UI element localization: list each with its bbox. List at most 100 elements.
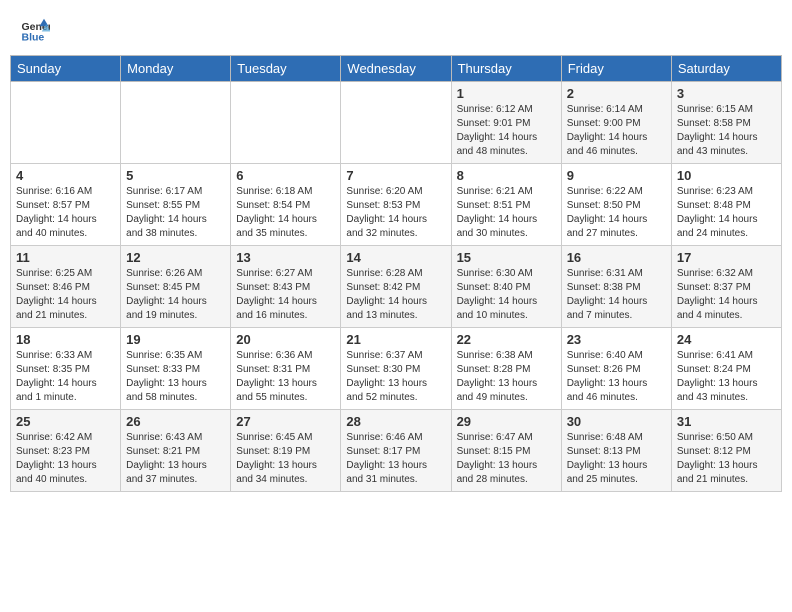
calendar-cell: 28Sunrise: 6:46 AM Sunset: 8:17 PM Dayli… <box>341 410 451 492</box>
weekday-header-wednesday: Wednesday <box>341 56 451 82</box>
date-number: 14 <box>346 250 445 265</box>
calendar-cell: 17Sunrise: 6:32 AM Sunset: 8:37 PM Dayli… <box>671 246 781 328</box>
calendar-cell: 27 Sunrise: 6:45 AM Sunset: 8:19 PM Dayli… <box>231 410 341 492</box>
weekday-header-monday: Monday <box>121 56 231 82</box>
cell-info: Sunrise: 6:16 AM Sunset: 8:57 PM Dayligh… <box>16 185 115 241</box>
date-number: 18 <box>16 332 115 347</box>
calendar-cell: 22 Sunrise: 6:38 AM Sunset: 8:28 PM Dayli… <box>451 328 561 410</box>
date-number: 23 <box>567 332 666 347</box>
cell-info: Sunrise: 6:36 AM Sunset: 8:31 PM Dayligh… <box>236 349 335 405</box>
cell-info: Sunrise: 6:18 AM Sunset: 8:54 PM Dayligh… <box>236 185 335 241</box>
calendar-week-1: 1 Sunrise: 6:12 AM Sunset: 9:01 PM Daylig… <box>11 82 782 164</box>
cell-info: Sunrise: 6:31 AM Sunset: 8:38 PM Dayligh… <box>567 267 666 323</box>
cell-info: Sunrise: 6:43 AM Sunset: 8:21 PM Dayligh… <box>126 431 225 487</box>
calendar-cell: 12 Sunrise: 6:26 AM Sunset: 8:45 PM Dayli… <box>121 246 231 328</box>
date-number: 17 <box>677 250 776 265</box>
calendar-cell: 19 Sunrise: 6:35 AM Sunset: 8:33 PM Dayli… <box>121 328 231 410</box>
cell-info: Sunrise: 6:41 AM Sunset: 8:24 PM Dayligh… <box>677 349 776 405</box>
weekday-header-thursday: Thursday <box>451 56 561 82</box>
calendar-cell <box>121 82 231 164</box>
date-number: 1 <box>457 86 556 101</box>
cell-info: Sunrise: 6:37 AM Sunset: 8:30 PM Dayligh… <box>346 349 445 405</box>
date-number: 31 <box>677 414 776 429</box>
cell-info: Sunrise: 6:27 AM Sunset: 8:43 PM Dayligh… <box>236 267 335 323</box>
date-number: 12 <box>126 250 225 265</box>
calendar-cell: 11 Sunrise: 6:25 AM Sunset: 8:46 PM Dayli… <box>11 246 121 328</box>
cell-info: Sunrise: 6:30 AM Sunset: 8:40 PM Dayligh… <box>457 267 556 323</box>
date-number: 19 <box>126 332 225 347</box>
logo-icon: General Blue <box>20 15 50 45</box>
cell-info: Sunrise: 6:14 AM Sunset: 9:00 PM Dayligh… <box>567 103 666 159</box>
date-number: 25 <box>16 414 115 429</box>
calendar-cell: 9 Sunrise: 6:22 AM Sunset: 8:50 PM Daylig… <box>561 164 671 246</box>
date-number: 11 <box>16 250 115 265</box>
cell-info: Sunrise: 6:42 AM Sunset: 8:23 PM Dayligh… <box>16 431 115 487</box>
logo: General Blue <box>20 15 52 45</box>
calendar-cell: 24Sunrise: 6:41 AM Sunset: 8:24 PM Dayli… <box>671 328 781 410</box>
date-number: 10 <box>677 168 776 183</box>
cell-info: Sunrise: 6:35 AM Sunset: 8:33 PM Dayligh… <box>126 349 225 405</box>
date-number: 22 <box>457 332 556 347</box>
cell-info: Sunrise: 6:20 AM Sunset: 8:53 PM Dayligh… <box>346 185 445 241</box>
calendar-cell: 30 Sunrise: 6:48 AM Sunset: 8:13 PM Dayli… <box>561 410 671 492</box>
calendar-header: SundayMondayTuesdayWednesdayThursdayFrid… <box>11 56 782 82</box>
date-number: 30 <box>567 414 666 429</box>
date-number: 27 <box>236 414 335 429</box>
cell-info: Sunrise: 6:17 AM Sunset: 8:55 PM Dayligh… <box>126 185 225 241</box>
date-number: 5 <box>126 168 225 183</box>
calendar-week-3: 11 Sunrise: 6:25 AM Sunset: 8:46 PM Dayli… <box>11 246 782 328</box>
calendar-week-2: 4 Sunrise: 6:16 AM Sunset: 8:57 PM Daylig… <box>11 164 782 246</box>
calendar-cell: 16 Sunrise: 6:31 AM Sunset: 8:38 PM Dayli… <box>561 246 671 328</box>
calendar-cell: 2Sunrise: 6:14 AM Sunset: 9:00 PM Daylig… <box>561 82 671 164</box>
calendar-cell: 21 Sunrise: 6:37 AM Sunset: 8:30 PM Dayli… <box>341 328 451 410</box>
cell-info: Sunrise: 6:21 AM Sunset: 8:51 PM Dayligh… <box>457 185 556 241</box>
calendar-cell: 23 Sunrise: 6:40 AM Sunset: 8:26 PM Dayli… <box>561 328 671 410</box>
cell-info: Sunrise: 6:26 AM Sunset: 8:45 PM Dayligh… <box>126 267 225 323</box>
date-number: 20 <box>236 332 335 347</box>
calendar-cell: 4 Sunrise: 6:16 AM Sunset: 8:57 PM Daylig… <box>11 164 121 246</box>
weekday-header-friday: Friday <box>561 56 671 82</box>
calendar-cell: 7 Sunrise: 6:20 AM Sunset: 8:53 PM Daylig… <box>341 164 451 246</box>
cell-info: Sunrise: 6:15 AM Sunset: 8:58 PM Dayligh… <box>677 103 776 159</box>
cell-info: Sunrise: 6:28 AM Sunset: 8:42 PM Dayligh… <box>346 267 445 323</box>
cell-info: Sunrise: 6:38 AM Sunset: 8:28 PM Dayligh… <box>457 349 556 405</box>
weekday-header-saturday: Saturday <box>671 56 781 82</box>
weekday-header-row: SundayMondayTuesdayWednesdayThursdayFrid… <box>11 56 782 82</box>
calendar-cell: 1 Sunrise: 6:12 AM Sunset: 9:01 PM Daylig… <box>451 82 561 164</box>
calendar-cell: 20 Sunrise: 6:36 AM Sunset: 8:31 PM Dayli… <box>231 328 341 410</box>
cell-info: Sunrise: 6:33 AM Sunset: 8:35 PM Dayligh… <box>16 349 115 405</box>
cell-info: Sunrise: 6:25 AM Sunset: 8:46 PM Dayligh… <box>16 267 115 323</box>
cell-info: Sunrise: 6:12 AM Sunset: 9:01 PM Dayligh… <box>457 103 556 159</box>
weekday-header-tuesday: Tuesday <box>231 56 341 82</box>
cell-info: Sunrise: 6:50 AM Sunset: 8:12 PM Dayligh… <box>677 431 776 487</box>
date-number: 3 <box>677 86 776 101</box>
calendar-cell: 8Sunrise: 6:21 AM Sunset: 8:51 PM Daylig… <box>451 164 561 246</box>
date-number: 4 <box>16 168 115 183</box>
cell-info: Sunrise: 6:22 AM Sunset: 8:50 PM Dayligh… <box>567 185 666 241</box>
date-number: 6 <box>236 168 335 183</box>
date-number: 15 <box>457 250 556 265</box>
calendar-week-5: 25 Sunrise: 6:42 AM Sunset: 8:23 PM Dayli… <box>11 410 782 492</box>
cell-info: Sunrise: 6:40 AM Sunset: 8:26 PM Dayligh… <box>567 349 666 405</box>
weekday-header-sunday: Sunday <box>11 56 121 82</box>
date-number: 7 <box>346 168 445 183</box>
cell-info: Sunrise: 6:45 AM Sunset: 8:19 PM Dayligh… <box>236 431 335 487</box>
calendar-cell: 26 Sunrise: 6:43 AM Sunset: 8:21 PM Dayli… <box>121 410 231 492</box>
date-number: 9 <box>567 168 666 183</box>
calendar-cell: 3 Sunrise: 6:15 AM Sunset: 8:58 PM Daylig… <box>671 82 781 164</box>
date-number: 26 <box>126 414 225 429</box>
calendar-cell: 14 Sunrise: 6:28 AM Sunset: 8:42 PM Dayli… <box>341 246 451 328</box>
calendar-table: SundayMondayTuesdayWednesdayThursdayFrid… <box>10 55 782 492</box>
calendar-cell <box>341 82 451 164</box>
cell-info: Sunrise: 6:47 AM Sunset: 8:15 PM Dayligh… <box>457 431 556 487</box>
date-number: 28 <box>346 414 445 429</box>
calendar-cell: 13Sunrise: 6:27 AM Sunset: 8:43 PM Dayli… <box>231 246 341 328</box>
cell-info: Sunrise: 6:23 AM Sunset: 8:48 PM Dayligh… <box>677 185 776 241</box>
calendar-cell: 25 Sunrise: 6:42 AM Sunset: 8:23 PM Dayli… <box>11 410 121 492</box>
date-number: 16 <box>567 250 666 265</box>
cell-info: Sunrise: 6:48 AM Sunset: 8:13 PM Dayligh… <box>567 431 666 487</box>
calendar-cell: 5 Sunrise: 6:17 AM Sunset: 8:55 PM Daylig… <box>121 164 231 246</box>
calendar-cell: 6 Sunrise: 6:18 AM Sunset: 8:54 PM Daylig… <box>231 164 341 246</box>
date-number: 21 <box>346 332 445 347</box>
date-number: 29 <box>457 414 556 429</box>
